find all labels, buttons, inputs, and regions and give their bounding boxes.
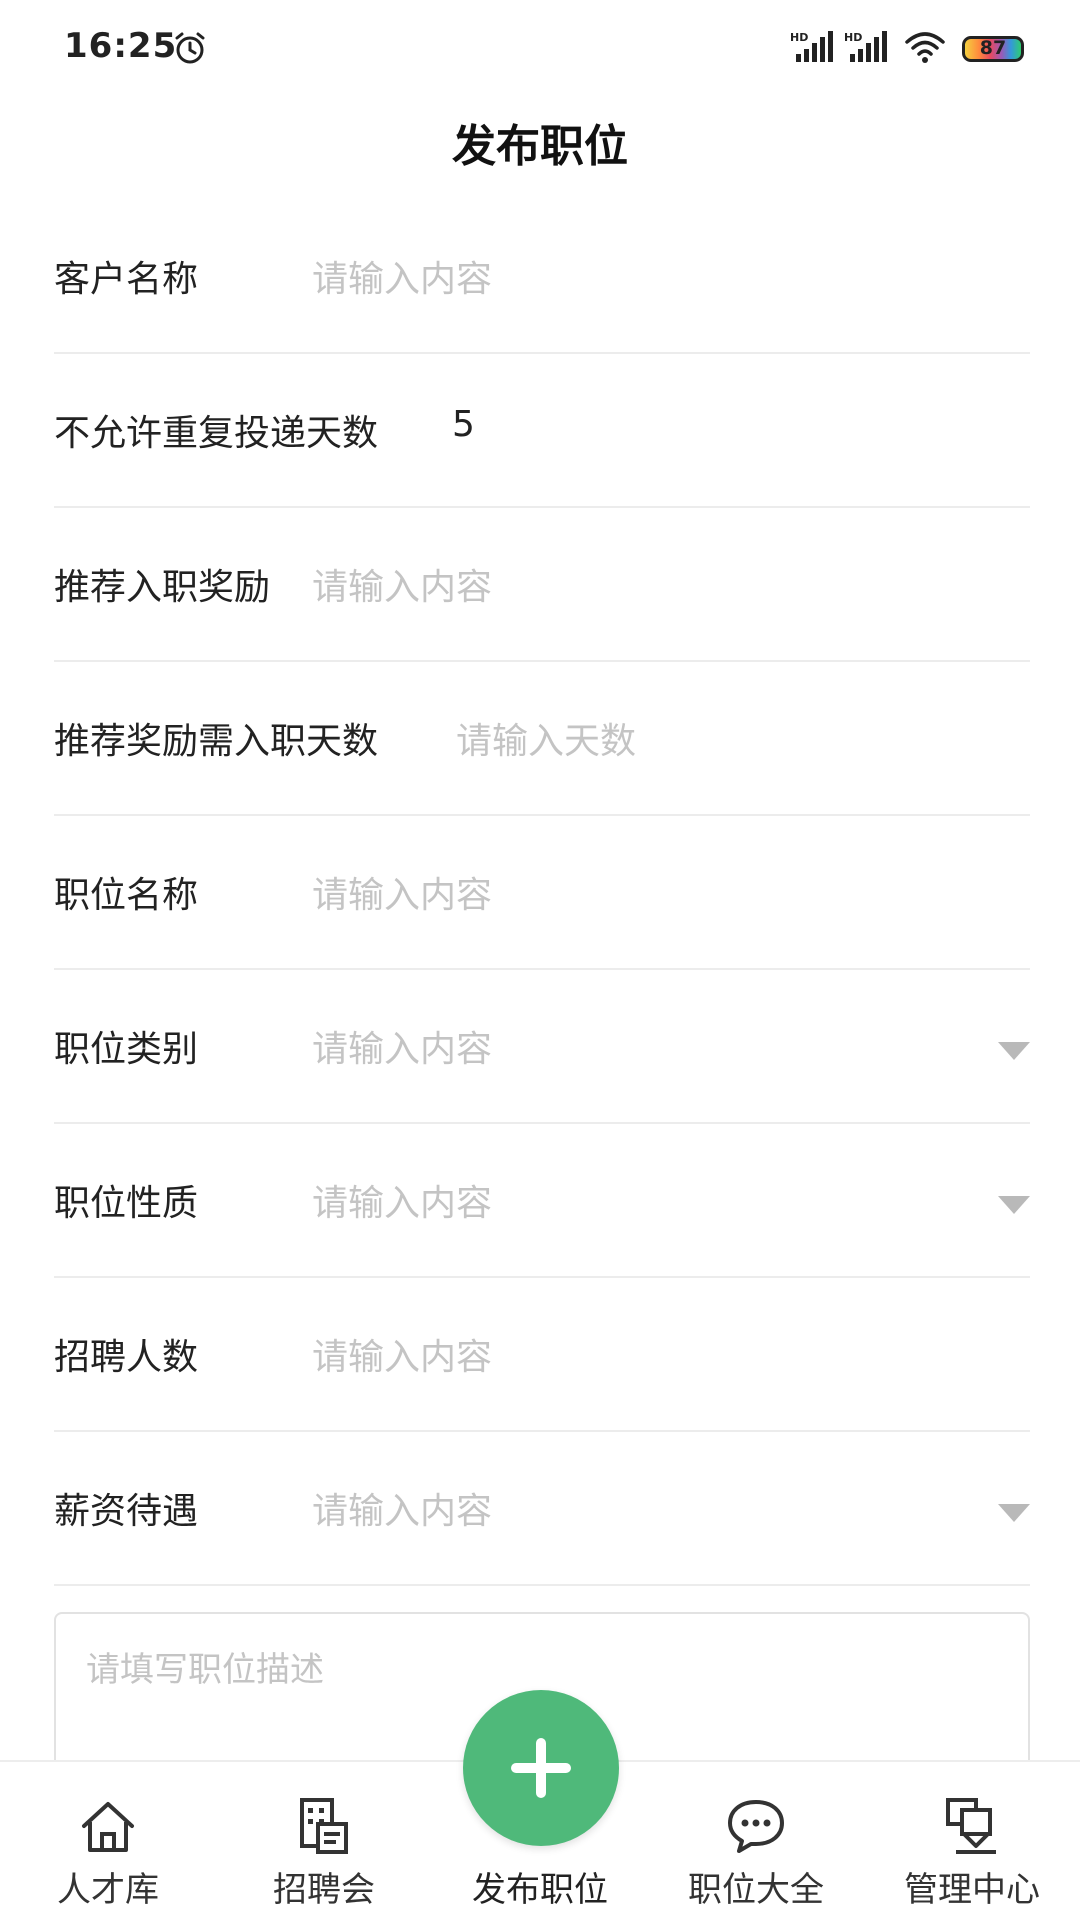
dropdown-arrow-icon[interactable] xyxy=(998,1042,1030,1060)
publish-job-screen: 16:25 HD HD 87 发布职位 客户名称 请输入内容 不允许重复投递天数… xyxy=(0,0,1080,1920)
customer-name-input[interactable]: 请输入内容 xyxy=(312,250,492,302)
signal-badge: HD xyxy=(790,31,808,44)
position-nature-select[interactable]: 请输入内容 xyxy=(312,1174,492,1226)
nav-label: 招聘会 xyxy=(273,1870,375,1910)
management-icon xyxy=(946,1798,996,1854)
position-name-row[interactable]: 职位名称 请输入内容 xyxy=(0,816,1080,970)
referral-reward-input[interactable]: 请输入内容 xyxy=(312,558,492,610)
dropdown-arrow-icon[interactable] xyxy=(998,1196,1030,1214)
battery-icon: 87 xyxy=(962,36,1024,62)
nav-item-management-center[interactable]: 管理中心 xyxy=(864,1762,1080,1920)
home-icon xyxy=(82,1802,134,1852)
position-category-label: 职位类别 xyxy=(54,1029,199,1070)
headcount-row[interactable]: 招聘人数 请输入内容 xyxy=(0,1278,1080,1432)
position-nature-label: 职位性质 xyxy=(54,1183,199,1224)
salary-select[interactable]: 请输入内容 xyxy=(312,1482,492,1534)
publish-job-fab[interactable] xyxy=(463,1690,619,1846)
position-category-select[interactable]: 请输入内容 xyxy=(312,1020,492,1072)
customer-name-label: 客户名称 xyxy=(54,259,199,300)
reward-days-label: 推荐奖励需入职天数 xyxy=(54,721,379,762)
reward-days-row[interactable]: 推荐奖励需入职天数 请输入天数 xyxy=(0,662,1080,816)
salary-label: 薪资待遇 xyxy=(54,1491,199,1532)
referral-reward-row[interactable]: 推荐入职奖励 请输入内容 xyxy=(0,508,1080,662)
position-name-label: 职位名称 xyxy=(54,875,199,916)
status-time: 16:25 xyxy=(64,26,178,66)
referral-reward-label: 推荐入职奖励 xyxy=(54,567,271,608)
position-category-row[interactable]: 职位类别 请输入内容 xyxy=(0,970,1080,1124)
customer-name-row[interactable]: 客户名称 请输入内容 xyxy=(0,200,1080,354)
position-name-input[interactable]: 请输入内容 xyxy=(312,866,492,918)
signal-icon: HD xyxy=(790,31,833,62)
page-title: 发布职位 xyxy=(452,121,628,172)
no-repeat-days-row[interactable]: 不允许重复投递天数 5 xyxy=(0,354,1080,508)
nav-item-job-fair[interactable]: 招聘会 xyxy=(216,1762,432,1920)
wifi-icon xyxy=(905,32,945,63)
signal-badge: HD xyxy=(844,31,862,44)
nav-label: 职位大全 xyxy=(688,1870,824,1910)
chat-bubble-icon xyxy=(728,1800,784,1853)
headcount-input[interactable]: 请输入内容 xyxy=(312,1328,492,1380)
status-bar: 16:25 HD HD 87 xyxy=(0,0,1080,96)
nav-label: 发布职位 xyxy=(472,1870,608,1910)
nav-item-talent-pool[interactable]: 人才库 xyxy=(0,1762,216,1920)
alarm-icon xyxy=(175,32,205,64)
plus-icon xyxy=(536,1738,546,1798)
dropdown-arrow-icon[interactable] xyxy=(998,1504,1030,1522)
divider xyxy=(54,1584,1030,1586)
reward-days-input[interactable]: 请输入天数 xyxy=(456,712,636,764)
position-nature-row[interactable]: 职位性质 请输入内容 xyxy=(0,1124,1080,1278)
nav-item-all-jobs[interactable]: 职位大全 xyxy=(648,1762,864,1920)
nav-label: 人才库 xyxy=(57,1870,159,1910)
salary-row[interactable]: 薪资待遇 请输入内容 xyxy=(0,1432,1080,1586)
no-repeat-days-label: 不允许重复投递天数 xyxy=(54,413,379,454)
battery-level: 87 xyxy=(979,37,1007,59)
nav-label: 管理中心 xyxy=(904,1870,1040,1910)
job-form: 客户名称 请输入内容 不允许重复投递天数 5 推荐入职奖励 请输入内容 推荐奖励… xyxy=(0,200,1080,1586)
no-repeat-days-input[interactable]: 5 xyxy=(452,404,475,445)
headcount-label: 招聘人数 xyxy=(54,1337,199,1378)
building-document-icon xyxy=(300,1798,348,1854)
signal-icon: HD xyxy=(844,31,887,62)
job-description-placeholder: 请填写职位描述 xyxy=(86,1650,324,1690)
